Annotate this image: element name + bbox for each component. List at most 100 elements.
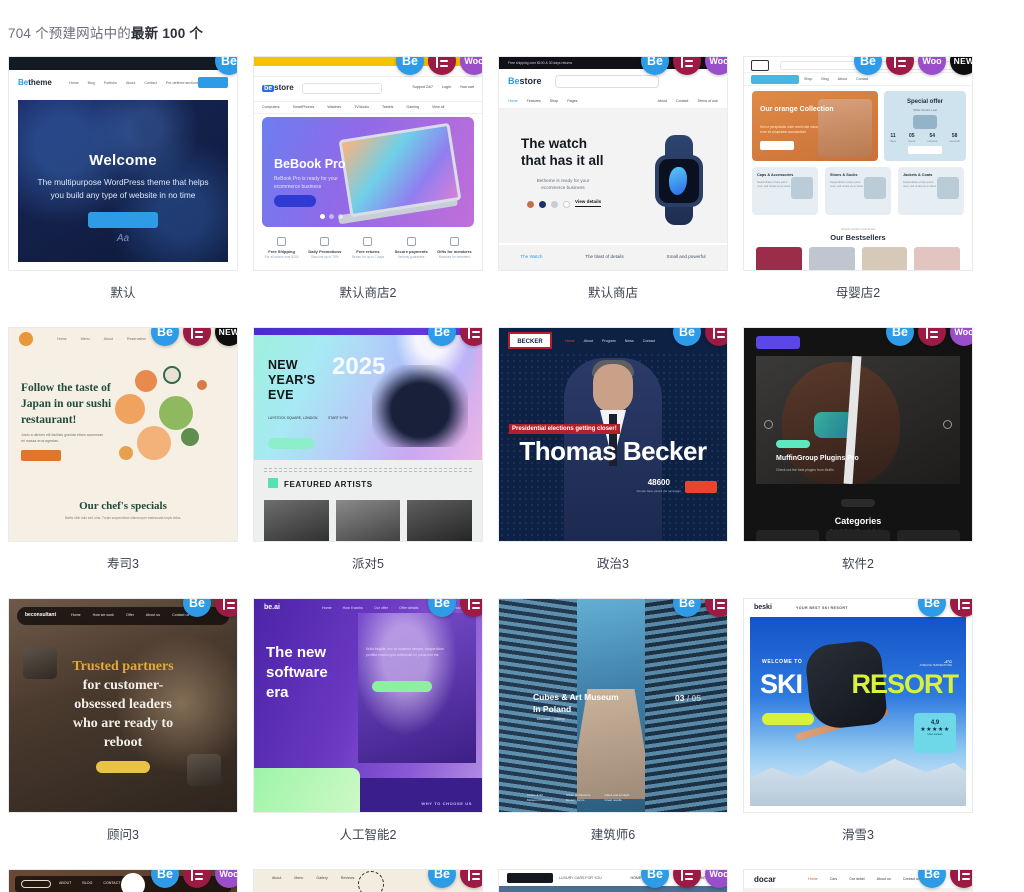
website-thumbnail[interactable]: be store Support 24/7 Login Your cart Com… [253, 56, 483, 271]
badge-elementor[interactable] [886, 57, 914, 75]
grid-cell: 2025 NEW YEAR'S EVE LAYSTOCK SQUARE, LONDO… [253, 327, 483, 598]
badge-elementor[interactable] [183, 328, 211, 346]
categories-section: Categories Perfectly Crafted Cinematic C… [744, 494, 972, 533]
website-card-architect-6[interactable]: Cubes & Art Museum In Poland 03 / 05 Disc… [498, 598, 728, 869]
website-thumbnail[interactable]: docar Home Cars Car detail About us Cont… [743, 869, 973, 892]
website-thumbnail[interactable]: About Menu Gallery Reviews Find us on Be [253, 869, 483, 892]
site-account-links: Support 24/7 Login Your cart [412, 85, 474, 89]
prebuilt-websites-page: 704 个预建网站中的最新 100 个 Betheme Home Blog Po… [0, 0, 1024, 892]
website-card-default-shop[interactable]: Free shipping over $100 & 30 days return… [498, 56, 728, 327]
website-card-politics-3[interactable]: BECKER Home About Program News Contact P… [498, 327, 728, 598]
badge-be[interactable]: Be [428, 599, 456, 617]
website-thumbnail[interactable]: be.ai Home How it works Our offer Offer … [253, 598, 483, 813]
badge-elementor[interactable] [918, 328, 946, 346]
badge-elementor[interactable] [215, 599, 237, 617]
badge-elementor[interactable] [673, 870, 701, 888]
countdown-unit: 05 hours [908, 133, 916, 143]
elementor-icon [957, 599, 971, 610]
badge-be[interactable]: Be [428, 870, 456, 888]
badge-elementor[interactable] [183, 870, 211, 888]
site-hero: MuffinGroup Plugins Pro Check out the be… [756, 356, 960, 484]
badge-be[interactable]: Be [215, 57, 237, 75]
search-input[interactable] [302, 83, 382, 94]
laptop-illustration [338, 122, 462, 225]
badge-group: Be [918, 599, 972, 617]
badge-be[interactable]: Be [641, 870, 669, 888]
badge-woocommerce[interactable]: Woo [460, 57, 482, 75]
website-thumbnail[interactable]: Cubes & Art Museum In Poland 03 / 05 Disc… [498, 598, 728, 813]
website-thumbnail[interactable]: ABOUT BLOG CONTACT Be Woo [8, 869, 238, 892]
website-thumbnail[interactable]: Free shipping over $100 & 30 days return… [498, 56, 728, 271]
feature-label: Free returns [356, 249, 380, 254]
badge-woocommerce[interactable]: Woo [950, 328, 972, 346]
feature-icon [406, 237, 416, 246]
website-thumbnail[interactable]: Home Menu About Reservation Contact Foll… [8, 327, 238, 542]
website-thumbnail[interactable]: Betheme Home Blog Portfolio About Contac… [8, 56, 238, 271]
website-card-default-shop-2[interactable]: be store Support 24/7 Login Your cart Com… [253, 56, 483, 327]
badge-elementor[interactable] [460, 870, 482, 888]
website-card-row4-2[interactable]: About Menu Gallery Reviews Find us on Be [253, 869, 483, 892]
badge-be[interactable]: Be [428, 328, 456, 346]
website-card-party-5[interactable]: 2025 NEW YEAR'S EVE LAYSTOCK SQUARE, LONDO… [253, 327, 483, 598]
website-card-row4-3[interactable]: LUXURY CARS FOR YOU HOME OFFER ABOUT CON… [498, 869, 728, 892]
website-thumbnail[interactable]: Shop Blog About Contact Our orange Colle… [743, 56, 973, 271]
feature-icon [277, 237, 287, 246]
website-card-ai-2[interactable]: be.ai Home How it works Our offer Offer … [253, 598, 483, 869]
badge-woocommerce[interactable]: Woo [918, 57, 946, 75]
website-card-ski-3[interactable]: beski YOUR BEST SKI RESORT WELCOME TO SK… [743, 598, 973, 869]
search-input[interactable] [555, 75, 659, 88]
card-caption: 建筑师6 [590, 828, 636, 842]
website-thumbnail[interactable]: BECKER Home About Program News Contact P… [498, 327, 728, 542]
sushi-piece [163, 366, 181, 384]
badge-be[interactable]: Be [151, 328, 179, 346]
badge-elementor[interactable] [673, 57, 701, 75]
badge-woocommerce[interactable]: Woo [215, 870, 237, 888]
product-thumb [914, 247, 960, 270]
badge-elementor[interactable] [705, 328, 727, 346]
website-thumbnail[interactable]: beconsultant Home How we work Offer Abou… [8, 598, 238, 813]
badge-new[interactable]: NEW [215, 328, 237, 346]
rating-label: User reviews [927, 733, 943, 736]
badge-be[interactable]: Be [183, 599, 211, 617]
carousel-next-arrow [943, 420, 952, 429]
website-card-baby-shop-2[interactable]: Shop Blog About Contact Our orange Colle… [743, 56, 973, 327]
website-card-sushi-3[interactable]: Home Menu About Reservation Contact Foll… [8, 327, 238, 598]
badge-be[interactable]: Be [918, 870, 946, 888]
website-thumbnail[interactable]: beski YOUR BEST SKI RESORT WELCOME TO SK… [743, 598, 973, 813]
badge-be[interactable]: Be [673, 599, 701, 617]
badge-elementor[interactable] [950, 870, 972, 888]
website-thumbnail[interactable]: LUXURY CARS FOR YOU HOME OFFER ABOUT CON… [498, 869, 728, 892]
badge-elementor[interactable] [460, 328, 482, 346]
badge-woocommerce[interactable]: Woo [705, 870, 727, 888]
hero-subtitle: Justo a ultrices elit facilisis gravida … [21, 433, 104, 443]
website-card-row4-4[interactable]: docar Home Cars Car detail About us Cont… [743, 869, 973, 892]
badge-elementor[interactable] [428, 57, 456, 75]
badge-be[interactable]: Be [641, 57, 669, 75]
badge-woocommerce[interactable]: Woo [705, 57, 727, 75]
badge-be[interactable]: Be [151, 870, 179, 888]
category-tiles: Caps & Accessories Suspendisse ornare pur… [752, 167, 964, 215]
badge-group: Be Woo [396, 57, 482, 75]
hero-title: MuffinGroup Plugins Pro [776, 455, 859, 462]
badge-new[interactable]: NEW [950, 57, 972, 75]
feature-row: Free Shipping For all orders over $200 Da… [260, 237, 476, 259]
badge-be[interactable]: Be [673, 328, 701, 346]
badge-be[interactable]: Be [886, 328, 914, 346]
badge-elementor[interactable] [950, 599, 972, 617]
website-thumbnail[interactable]: MuffinGroup Plugins Pro Check out the be… [743, 327, 973, 542]
elementor-icon [467, 328, 481, 339]
badge-be[interactable]: Be [918, 599, 946, 617]
badge-be[interactable]: Be [396, 57, 424, 75]
website-card-row4-1[interactable]: ABOUT BLOG CONTACT Be Woo [8, 869, 238, 892]
mini-site-kidsshop: Shop Blog About Contact Our orange Colle… [744, 57, 972, 270]
badge-be[interactable]: Be [854, 57, 882, 75]
site-nav-all-categories [751, 75, 799, 84]
website-card-software-2[interactable]: MuffinGroup Plugins Pro Check out the be… [743, 327, 973, 598]
badge-elementor[interactable] [460, 599, 482, 617]
decorative-shape [254, 768, 360, 812]
website-card-consultant-3[interactable]: beconsultant Home How we work Offer Abou… [8, 598, 238, 869]
website-card-default[interactable]: Betheme Home Blog Portfolio About Contac… [8, 56, 238, 327]
website-thumbnail[interactable]: 2025 NEW YEAR'S EVE LAYSTOCK SQUARE, LONDO… [253, 327, 483, 542]
specials-section: Our chef's specials Mattis nibh odio sed… [9, 500, 237, 521]
badge-elementor[interactable] [705, 599, 727, 617]
